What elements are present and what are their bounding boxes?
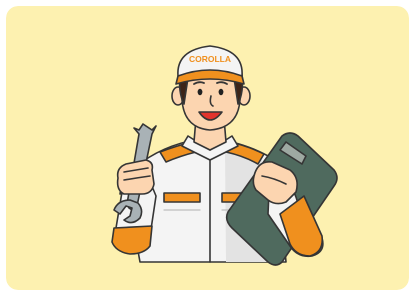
mechanic-illustration: COROLLA xyxy=(6,6,409,290)
left-eye xyxy=(197,88,203,96)
right-eye xyxy=(218,88,224,96)
cap-logo-text: COROLLA xyxy=(189,54,231,64)
left-chest-pocket xyxy=(163,192,201,203)
left-arm-cuff xyxy=(111,225,153,255)
illustration-card: COROLLA xyxy=(6,6,409,290)
